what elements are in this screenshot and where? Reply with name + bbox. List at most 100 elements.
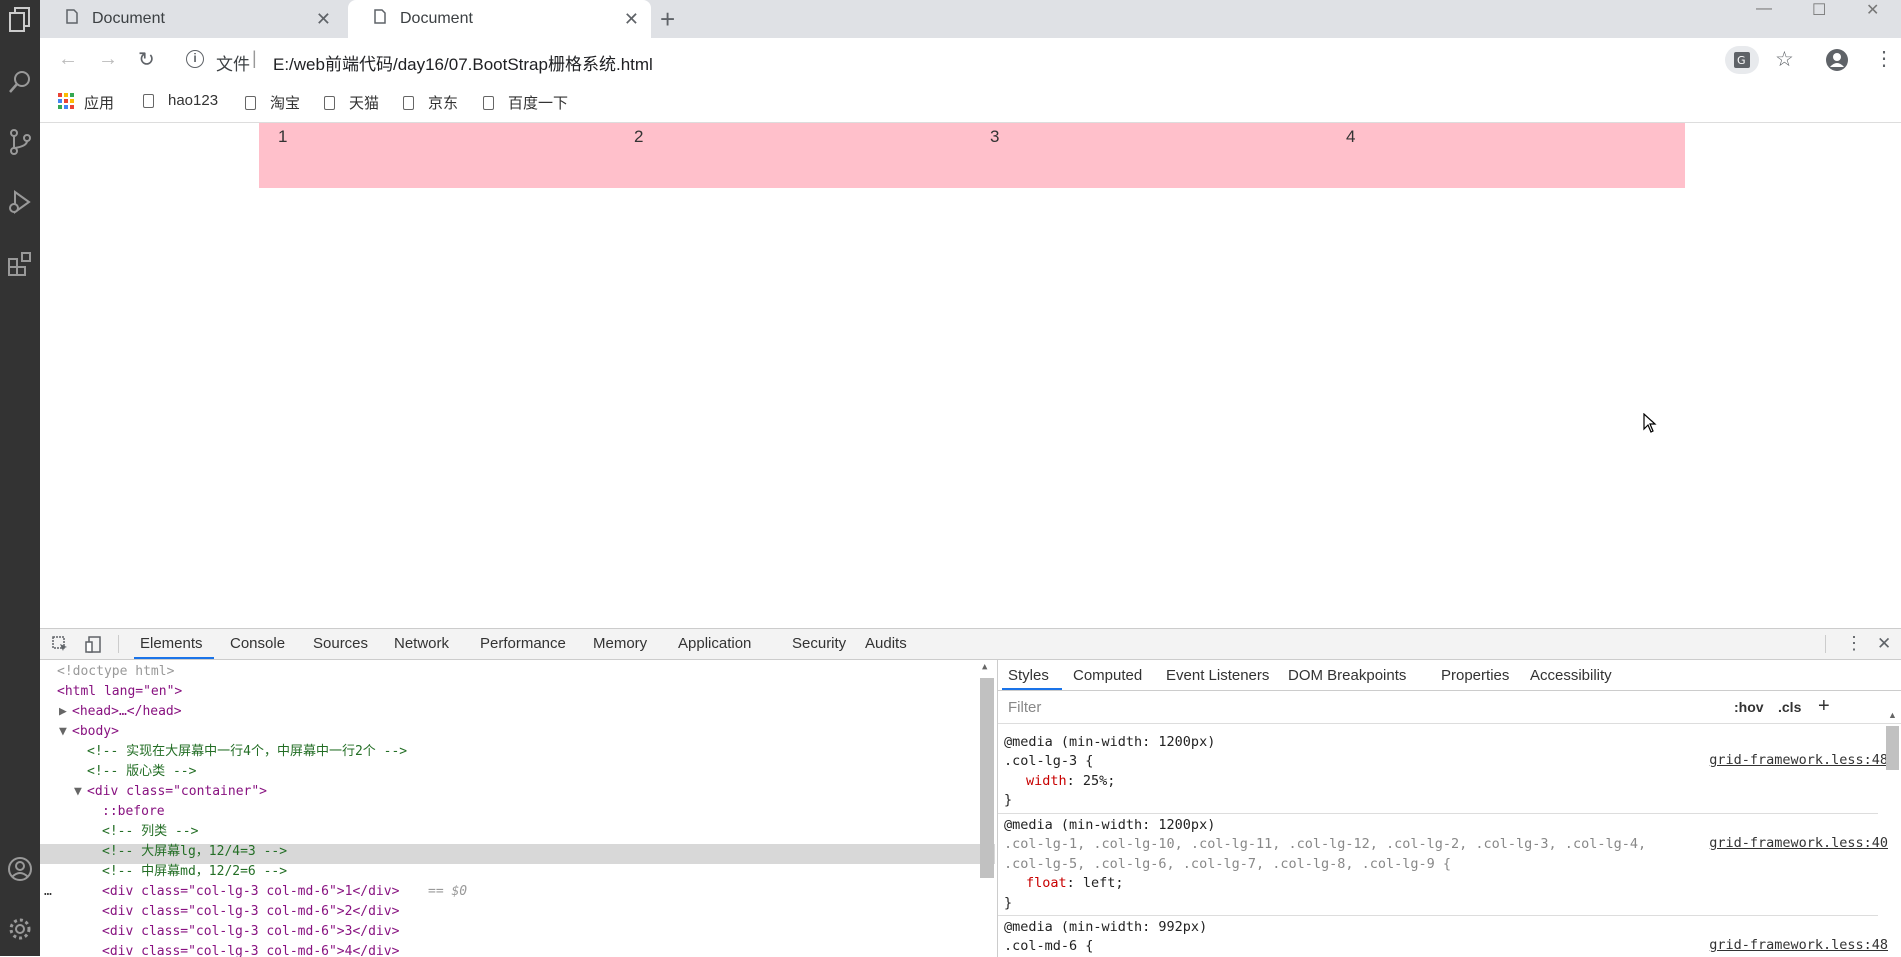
dom-comment[interactable]: <!-- 列类 -->	[102, 822, 198, 842]
bookmark-jd[interactable]: 京东	[403, 92, 458, 113]
tab-console[interactable]: Console	[230, 635, 285, 652]
dom-body[interactable]: <body>	[72, 722, 119, 742]
close-tab-icon[interactable]: ✕	[624, 9, 639, 30]
dom-div-4[interactable]: <div class="col-lg-3 col-md-6">4</div>	[102, 942, 399, 957]
bookmark-apps[interactable]: 应用	[58, 92, 114, 113]
tab-properties[interactable]: Properties	[1441, 667, 1509, 684]
rule-selector[interactable]: .col-md-6 {	[1004, 937, 1093, 957]
bookmark-star-icon[interactable]: ☆	[1775, 47, 1794, 72]
dom-pseudo-before[interactable]: ::before	[102, 802, 165, 822]
tab-memory[interactable]: Memory	[593, 635, 647, 652]
tab-computed[interactable]: Computed	[1073, 667, 1142, 684]
browser-tab-1[interactable]: Document ✕	[40, 0, 343, 38]
page-icon	[483, 95, 494, 110]
hov-toggle[interactable]: :hov	[1734, 699, 1764, 715]
tab-elements[interactable]: Elements	[140, 635, 203, 652]
rule-close: }	[1004, 895, 1013, 911]
tab-security[interactable]: Security	[792, 635, 846, 652]
dom-comment[interactable]: <!-- 中屏幕md，12/2=6 -->	[102, 862, 287, 882]
forward-arrow-icon[interactable]: →	[98, 48, 118, 71]
extensions-icon[interactable]	[6, 250, 34, 278]
account-icon[interactable]	[6, 855, 34, 883]
tab-event-listeners[interactable]: Event Listeners	[1166, 667, 1269, 684]
cls-toggle[interactable]: .cls	[1778, 699, 1801, 715]
tab-styles[interactable]: Styles	[1008, 667, 1049, 684]
styles-scrollbar[interactable]	[1886, 726, 1899, 770]
node-actions-ellipsis[interactable]: …	[44, 882, 52, 902]
tab-dom-breakpoints[interactable]: DOM Breakpoints	[1288, 667, 1406, 684]
tab-bar: Document ✕ Document ✕ + — ☐ ✕	[40, 0, 1901, 38]
tab-audits[interactable]: Audits	[865, 635, 907, 652]
scroll-up-icon[interactable]: ▲	[982, 662, 987, 672]
close-tab-icon[interactable]: ✕	[316, 9, 331, 30]
debug-icon[interactable]	[6, 188, 34, 216]
minimize-icon[interactable]: —	[1756, 0, 1772, 18]
rule-declaration[interactable]: float: left;	[1026, 874, 1124, 894]
translate-icon[interactable]: G	[1725, 46, 1759, 74]
activity-bar	[0, 0, 40, 956]
bookmark-taobao[interactable]: 淘宝	[245, 92, 300, 113]
bookmark-label: hao123	[168, 92, 219, 109]
collapse-triangle-icon[interactable]: ▼	[74, 782, 82, 802]
new-tab-plus-icon[interactable]: +	[660, 4, 675, 35]
search-icon[interactable]	[6, 68, 34, 96]
dom-div-1[interactable]: <div class="col-lg-3 col-md-6">1</div>	[102, 882, 399, 902]
browser-tab-2[interactable]: Document ✕	[348, 0, 651, 38]
tab-network[interactable]: Network	[394, 635, 449, 652]
collapse-triangle-icon[interactable]: ▼	[59, 722, 67, 742]
reload-icon[interactable]: ↻	[138, 47, 155, 72]
filter-input[interactable]: Filter	[1008, 699, 1041, 716]
dom-comment[interactable]: <!-- 版心类 -->	[87, 762, 196, 782]
rule-selector[interactable]: .col-lg-3 {	[1004, 752, 1093, 772]
tab-accessibility[interactable]: Accessibility	[1530, 667, 1612, 684]
browser-window: Document ✕ Document ✕ + — ☐ ✕ ← → ↻ i 文件…	[40, 0, 1901, 957]
window-close-icon[interactable]: ✕	[1866, 0, 1879, 20]
elements-scrollbar[interactable]	[980, 678, 994, 878]
bookmark-tmall[interactable]: 天猫	[324, 92, 379, 113]
info-icon[interactable]: i	[186, 50, 204, 68]
rule-divider	[998, 915, 1878, 916]
rule-source-link[interactable]: grid-framework.less:48	[1709, 937, 1888, 953]
rule-selector[interactable]: .col-lg-1, .col-lg-10, .col-lg-11, .col-…	[1004, 835, 1646, 855]
styles-filter-bar: Filter :hov .cls +	[998, 691, 1901, 724]
back-arrow-icon[interactable]: ←	[58, 48, 78, 71]
tab-application[interactable]: Application	[678, 635, 751, 652]
profile-avatar-icon[interactable]	[1826, 49, 1848, 71]
dom-comment[interactable]: <!-- 大屏幕lg，12/4=3 -->	[102, 842, 287, 862]
rule-source-link[interactable]: grid-framework.less:40	[1709, 835, 1888, 851]
explorer-icon[interactable]	[6, 6, 34, 34]
page-viewport: 1 2 3 4	[40, 123, 1901, 628]
grid-column-2: 2	[634, 127, 644, 146]
css-value: 25%;	[1082, 773, 1116, 789]
bookmark-baidu[interactable]: 百度一下	[483, 92, 568, 113]
address-info-label: 文件	[216, 55, 250, 74]
inspect-element-icon[interactable]	[52, 636, 69, 657]
expand-triangle-icon[interactable]: ▶	[59, 702, 67, 722]
scroll-up-icon[interactable]: ▲	[1888, 710, 1897, 720]
bookmark-hao123[interactable]: hao123	[143, 92, 218, 109]
device-toolbar-icon[interactable]	[85, 636, 102, 657]
styles-tab-bar: Styles Computed Event Listeners DOM Brea…	[998, 660, 1901, 691]
source-control-icon[interactable]	[6, 128, 34, 156]
maximize-icon[interactable]: ☐	[1812, 0, 1826, 20]
dom-html[interactable]: <html lang="en">	[57, 682, 182, 702]
tab-performance[interactable]: Performance	[480, 635, 566, 652]
rule-declaration[interactable]: width: 25%;	[1026, 772, 1115, 792]
add-rule-plus-icon[interactable]: +	[1818, 695, 1830, 718]
devtools-close-icon[interactable]: ✕	[1877, 634, 1891, 654]
dom-container[interactable]: <div class="container">	[87, 782, 267, 802]
rule-selector[interactable]: .col-lg-5, .col-lg-6, .col-lg-7, .col-lg…	[1004, 855, 1451, 875]
rule-source-link[interactable]: grid-framework.less:48	[1709, 752, 1888, 768]
dom-head[interactable]: <head>…</head>	[72, 702, 182, 722]
browser-menu-icon[interactable]: ⋮	[1874, 46, 1894, 71]
tab-sources[interactable]: Sources	[313, 635, 368, 652]
active-tab-indicator	[1002, 688, 1062, 690]
bookmark-label: 淘宝	[270, 95, 301, 112]
dom-div-3[interactable]: <div class="col-lg-3 col-md-6">3</div>	[102, 922, 399, 942]
dom-doctype[interactable]: <!doctype html>	[57, 662, 174, 682]
devtools-menu-icon[interactable]: ⋮	[1845, 633, 1863, 654]
dom-comment[interactable]: <!-- 实现在大屏幕中一行4个，中屏幕中一行2个 -->	[87, 742, 407, 762]
address-url[interactable]: E:/web前端代码/day16/07.BootStrap栅格系统.html	[273, 50, 653, 75]
dom-div-2[interactable]: <div class="col-lg-3 col-md-6">2</div>	[102, 902, 399, 922]
settings-gear-icon[interactable]	[6, 915, 34, 943]
